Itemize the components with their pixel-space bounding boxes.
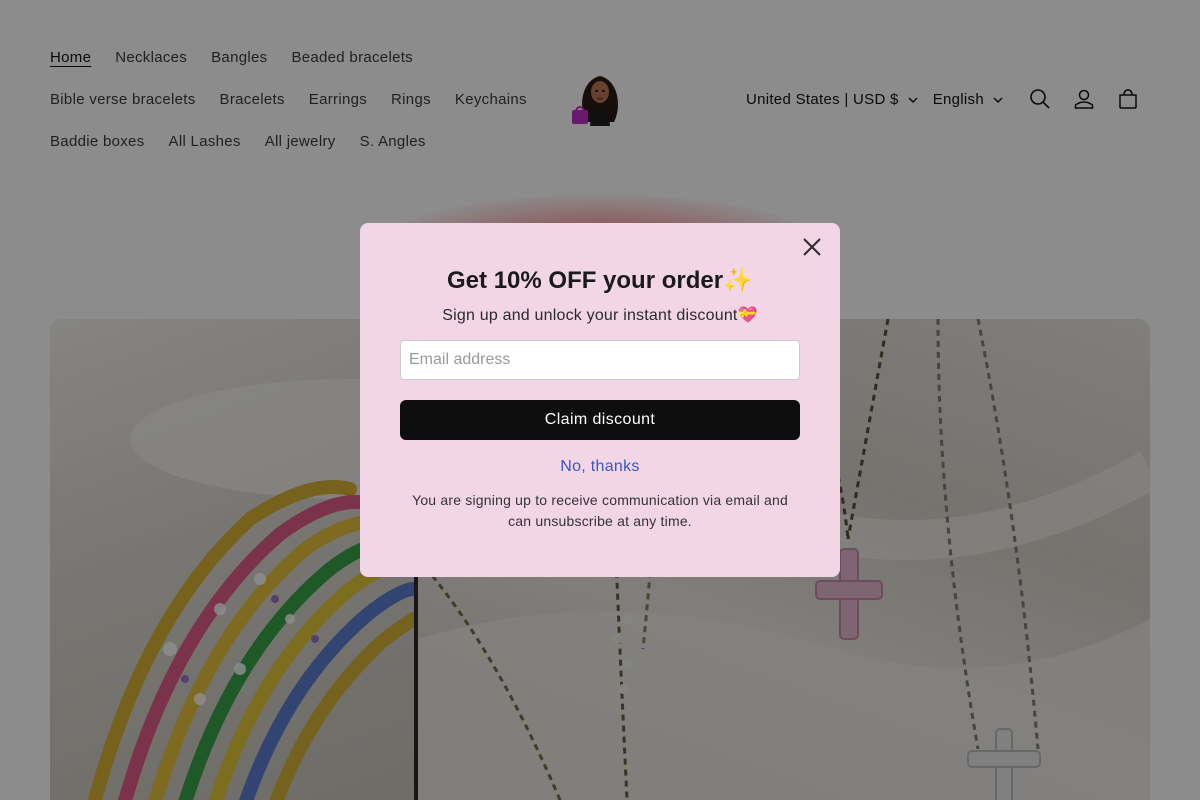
no-thanks-link[interactable]: No, thanks [400,458,800,476]
popup-disclaimer: You are signing up to receive communicat… [412,492,788,529]
email-input[interactable] [400,340,800,380]
discount-signup-popup: Get 10% OFF your order✨ Sign up and unlo… [360,223,840,577]
popup-title: Get 10% OFF your order✨ [447,267,753,294]
claim-discount-button[interactable]: Claim discount [400,400,800,440]
close-icon[interactable] [800,235,824,259]
popup-subtitle: Sign up and unlock your instant discount… [442,307,758,324]
